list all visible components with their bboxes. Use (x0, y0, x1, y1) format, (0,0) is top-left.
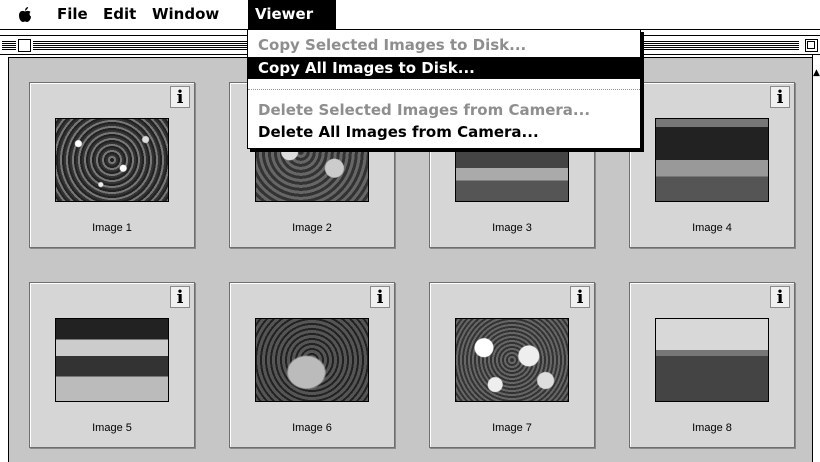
zoom-box-icon[interactable] (805, 39, 818, 52)
menu-item-copy-all[interactable]: Copy All Images to Disk... (248, 57, 640, 79)
thumbnail-image-5[interactable]: i Image 5 (29, 282, 195, 448)
menu-item-delete-all[interactable]: Delete All Images from Camera... (248, 121, 640, 143)
thumbnail-label: Image 2 (292, 222, 332, 234)
menu-item-delete-selected: Delete Selected Images from Camera... (258, 101, 591, 119)
photo-thumbnail (55, 318, 169, 402)
thumbnail-label: Image 6 (292, 422, 332, 434)
info-icon[interactable]: i (770, 286, 790, 308)
menu-edit[interactable]: Edit (96, 0, 143, 29)
menu-separator (248, 89, 640, 90)
thumbnail-label: Image 8 (692, 422, 732, 434)
info-icon[interactable]: i (370, 286, 390, 308)
photo-thumbnail (655, 118, 769, 202)
thumbnail-image-1[interactable]: i Image 1 (29, 82, 195, 248)
photo-thumbnail (655, 318, 769, 402)
thumbnail-label: Image 4 (692, 222, 732, 234)
thumbnail-image-7[interactable]: i Image 7 (429, 282, 595, 448)
info-icon[interactable]: i (170, 86, 190, 108)
menu-file[interactable]: File (50, 0, 95, 29)
thumbnail-label: Image 7 (492, 422, 532, 434)
info-icon[interactable]: i (170, 286, 190, 308)
menu-item-copy-selected: Copy Selected Images to Disk... (258, 36, 527, 54)
photo-thumbnail (255, 318, 369, 402)
scroll-up-arrow-icon[interactable]: ▲ (813, 69, 820, 78)
photo-thumbnail (55, 118, 169, 202)
photo-thumbnail (455, 318, 569, 402)
thumbnail-image-8[interactable]: i Image 8 (629, 282, 795, 448)
thumbnail-label: Image 5 (92, 422, 132, 434)
info-icon[interactable]: i (570, 286, 590, 308)
thumbnail-label: Image 3 (492, 222, 532, 234)
thumbnail-image-4[interactable]: i Image 4 (629, 82, 795, 248)
title-stripes-left (2, 41, 16, 51)
menu-viewer[interactable]: Viewer (248, 0, 336, 29)
vertical-scrollbar[interactable]: ▲ (812, 55, 820, 462)
apple-logo-icon[interactable] (16, 6, 34, 24)
viewer-menu-dropdown: Copy Selected Images to Disk... Copy All… (247, 29, 641, 149)
close-box-icon[interactable] (18, 39, 31, 52)
menu-window[interactable]: Window (145, 0, 226, 29)
thumbnail-label: Image 1 (92, 222, 132, 234)
menu-bar: File Edit Window Viewer (0, 0, 820, 30)
info-icon[interactable]: i (770, 86, 790, 108)
thumbnail-image-6[interactable]: i Image 6 (229, 282, 395, 448)
